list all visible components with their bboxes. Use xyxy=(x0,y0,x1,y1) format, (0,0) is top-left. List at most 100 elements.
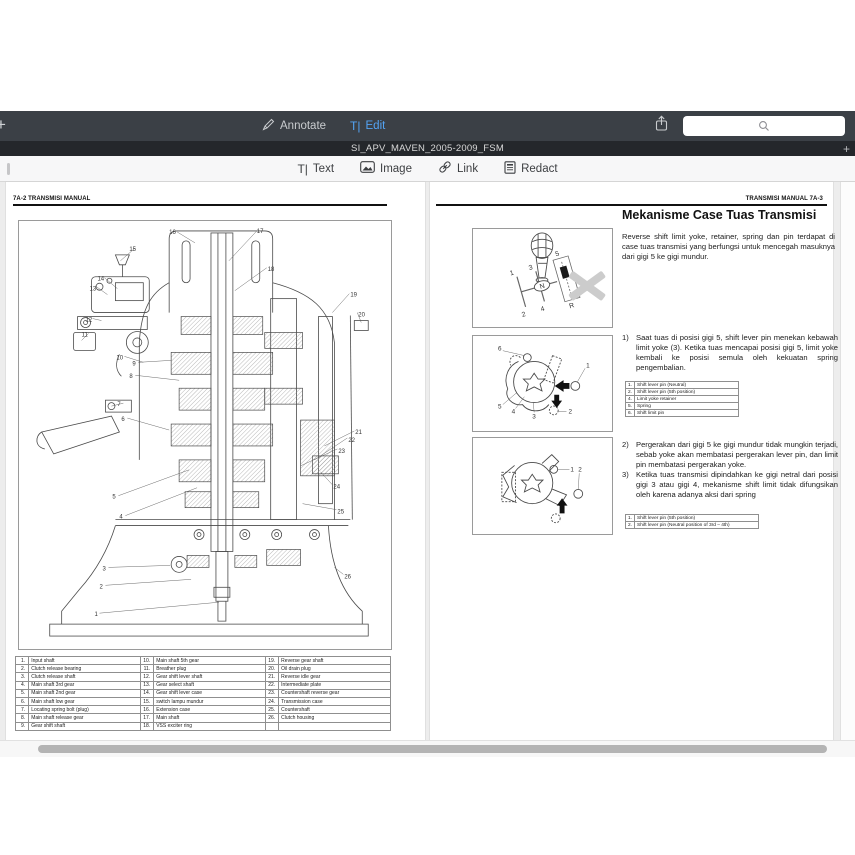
svg-text:1: 1 xyxy=(509,270,515,278)
mode-switcher: Annotate T| Edit xyxy=(262,111,385,141)
redact-tool-label: Redact xyxy=(521,163,557,175)
table-row: 1.Shift lever pin (Neutral) xyxy=(626,382,739,389)
svg-text:19: 19 xyxy=(350,293,357,299)
text-tool-button[interactable]: T| Text xyxy=(297,162,334,176)
svg-text:22: 22 xyxy=(348,438,355,444)
transmission-cross-section-diagram: 1 2 3 4 5 6 7 8 9 10 11 12 13 14 xyxy=(19,221,391,649)
table-row: 1.Input shaft 10.Main shaft 5th gear 19.… xyxy=(16,657,391,665)
svg-text:24: 24 xyxy=(333,485,340,491)
svg-text:14: 14 xyxy=(98,277,105,283)
svg-text:15: 15 xyxy=(129,247,136,253)
svg-text:11: 11 xyxy=(82,332,89,338)
table-row: 5.Main shaft 2nd gear 14.Gear shift leve… xyxy=(16,689,391,697)
text-tool-label: Text xyxy=(313,163,334,175)
svg-text:23: 23 xyxy=(338,449,345,455)
redact-icon xyxy=(504,161,516,177)
svg-text:2: 2 xyxy=(578,466,582,473)
svg-text:13: 13 xyxy=(90,287,97,293)
table-row: 6.Shift limit pin xyxy=(626,410,739,417)
svg-text:3: 3 xyxy=(532,413,536,420)
svg-text:25: 25 xyxy=(337,510,344,516)
limit-yoke-figure-2: 1 2 xyxy=(472,437,613,535)
cross-mark xyxy=(568,271,606,302)
table-row: 5.Spring xyxy=(626,403,739,410)
step-item: 2) Pergerakan dari gigi 5 ke gigi mundur… xyxy=(622,440,838,470)
page-right-header: TRANSMISI MANUAL 7A-3 xyxy=(746,196,823,202)
svg-text:16: 16 xyxy=(169,230,176,236)
table-row: 9.Gear shift shaft 18.VSS exciter ring xyxy=(16,722,391,730)
table-row: 2.Shift lever pin (Neutral position of 3… xyxy=(626,522,759,529)
shift-knob-diagram: 1 3 5 2 4 R N xyxy=(473,229,612,327)
top-toolbar: + Annotate T| Edit xyxy=(0,111,855,141)
share-icon[interactable] xyxy=(654,115,669,137)
svg-text:18: 18 xyxy=(268,267,275,273)
pdf-app-window: + Annotate T| Edit SI_APV_MAVE xyxy=(0,111,855,757)
svg-text:9: 9 xyxy=(132,361,136,367)
page-7a-3: TRANSMISI MANUAL 7A-3 Mekanisme Case Tua… xyxy=(430,182,833,740)
step-text: Saat tuas di posisi gigi 5, shift lever … xyxy=(636,333,838,373)
svg-text:12: 12 xyxy=(86,318,93,324)
new-tab-plus-icon[interactable]: + xyxy=(843,141,850,156)
svg-text:6: 6 xyxy=(498,346,502,353)
plus-icon[interactable]: + xyxy=(0,115,6,135)
image-tool-button[interactable]: Image xyxy=(360,161,412,176)
link-tool-button[interactable]: Link xyxy=(438,160,478,177)
search-input[interactable] xyxy=(683,116,845,136)
table-row: 8.Main shaft release gear 17.Main shaft … xyxy=(16,714,391,722)
svg-text:26: 26 xyxy=(344,574,351,580)
horizontal-scrollbar-track[interactable] xyxy=(0,740,855,757)
table-row: 3.Clutch release shaft 12.Gear shift lev… xyxy=(16,673,391,681)
svg-text:1: 1 xyxy=(570,466,574,473)
step-number: 2) xyxy=(622,440,632,470)
next-page-edge[interactable] xyxy=(841,182,855,740)
document-content-area[interactable]: 7A-2 TRANSMISI MANUAL xyxy=(0,182,855,740)
svg-text:17: 17 xyxy=(257,229,264,235)
toolbar-drag-handle[interactable] xyxy=(7,163,10,175)
shift-pattern-figure: 1 3 5 2 4 R N xyxy=(472,228,613,328)
svg-text:7: 7 xyxy=(117,402,121,408)
link-icon xyxy=(438,160,452,177)
search-box xyxy=(683,116,845,136)
redact-tool-button[interactable]: Redact xyxy=(504,161,557,177)
table-row: 7.Locating spring bolt (plug) 16.Extensi… xyxy=(16,706,391,714)
text-cursor-icon: T| xyxy=(350,119,360,133)
svg-text:4: 4 xyxy=(512,408,516,415)
svg-text:5: 5 xyxy=(112,495,116,501)
transmission-diagram-frame: 1 2 3 4 5 6 7 8 9 10 11 12 13 14 xyxy=(18,220,392,650)
link-tool-label: Link xyxy=(457,163,478,175)
page-left-header: 7A-2 TRANSMISI MANUAL xyxy=(13,196,90,202)
header-rule xyxy=(13,204,387,206)
table-row: 6.Main shaft low gear 15.switch lampu mu… xyxy=(16,697,391,705)
steps-group: 2) Pergerakan dari gigi 5 ke gigi mundur… xyxy=(622,440,838,500)
svg-text:1: 1 xyxy=(95,612,99,618)
svg-text:21: 21 xyxy=(355,430,362,436)
legend-table-1: 1.Shift lever pin (Neutral) 2.Shift leve… xyxy=(625,381,739,417)
document-tab-bar: SI_APV_MAVEN_2005-2009_FSM + xyxy=(0,141,855,156)
text-tool-icon: T| xyxy=(297,162,307,176)
horizontal-scrollbar-thumb[interactable] xyxy=(38,745,827,753)
table-row: 2.Shift lever pin (5th position) xyxy=(626,389,739,396)
step-number: 3) xyxy=(622,470,632,500)
annotate-button[interactable]: Annotate xyxy=(262,118,326,134)
legend-table-2: 1.Shift lever pin (5th position) 2.Shift… xyxy=(625,514,759,529)
table-row: 2.Clutch release bearing 11.Breather plu… xyxy=(16,665,391,673)
annotate-label: Annotate xyxy=(280,120,326,132)
svg-text:5: 5 xyxy=(498,403,502,410)
svg-text:6: 6 xyxy=(121,417,125,423)
step-item: 1) Saat tuas di posisi gigi 5, shift lev… xyxy=(622,333,838,373)
edit-button[interactable]: T| Edit xyxy=(350,119,385,133)
svg-text:R: R xyxy=(569,302,576,310)
intro-paragraph: Reverse shift limit yoke, retainer, spri… xyxy=(622,232,835,262)
pencil-icon xyxy=(262,118,275,134)
svg-text:1: 1 xyxy=(586,362,590,369)
svg-text:3: 3 xyxy=(528,264,534,272)
parts-legend-table: 1.Input shaft 10.Main shaft 5th gear 19.… xyxy=(15,656,391,731)
document-tab[interactable]: SI_APV_MAVEN_2005-2009_FSM xyxy=(351,143,504,154)
svg-text:2: 2 xyxy=(99,584,103,590)
section-title: Mekanisme Case Tuas Transmisi xyxy=(622,208,816,222)
svg-text:10: 10 xyxy=(116,355,123,361)
table-row: 4.Limit yoke retainer xyxy=(626,396,739,403)
image-tool-label: Image xyxy=(380,163,412,175)
svg-text:3: 3 xyxy=(102,566,106,572)
page-7a-2: 7A-2 TRANSMISI MANUAL xyxy=(6,182,425,740)
